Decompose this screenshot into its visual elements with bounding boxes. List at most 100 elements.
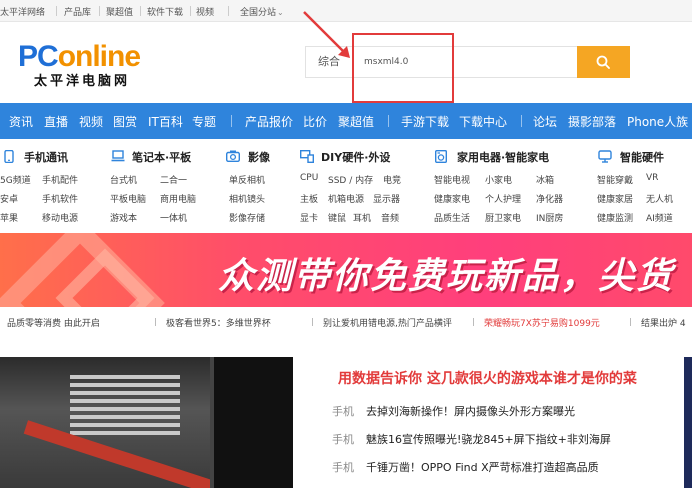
nav-item-news[interactable]: 资讯 bbox=[9, 113, 33, 130]
side-ad-strip[interactable] bbox=[684, 357, 692, 488]
featured-image[interactable] bbox=[0, 357, 293, 488]
category-link[interactable]: 健康监测 bbox=[597, 211, 633, 224]
category-link[interactable]: 单反相机 bbox=[229, 173, 265, 186]
category-link[interactable]: 冰箱 bbox=[536, 173, 554, 186]
category-link[interactable]: 音频 bbox=[381, 211, 399, 224]
ticker-divider bbox=[155, 318, 156, 326]
category-link[interactable]: 显卡 bbox=[300, 211, 318, 224]
category-link[interactable]: 电竞 bbox=[383, 173, 401, 186]
region-label: 全国分站 bbox=[240, 8, 277, 18]
category-title-imaging[interactable]: 影像 bbox=[248, 149, 270, 165]
news-title: 魅族16宣传照曝光!骁龙845+屏下指纹+非刘海屏 bbox=[366, 433, 611, 446]
category-title-appliances[interactable]: 家用电器·智能家电 bbox=[457, 149, 549, 165]
nav-item-iphone-tribe[interactable]: Phone人族 bbox=[627, 113, 688, 130]
category-link[interactable]: 键鼠 bbox=[328, 211, 346, 224]
category-link[interactable]: 商用电脑 bbox=[160, 192, 196, 205]
nav-divider bbox=[388, 115, 389, 127]
ticker-item[interactable]: 别让爱机用错电源,热门产品横评 bbox=[323, 316, 452, 329]
category-link[interactable]: 健康家居 bbox=[597, 192, 633, 205]
topbar-link-pconline-network[interactable]: 太平洋网络 bbox=[0, 5, 45, 18]
category-link[interactable]: 一体机 bbox=[160, 211, 187, 224]
category-link[interactable]: 主板 bbox=[300, 192, 318, 205]
category-link[interactable]: 台式机 bbox=[110, 173, 137, 186]
promo-banner[interactable]: 众测带你免费玩新品，尖货 bbox=[0, 233, 692, 307]
nav-item-download-center[interactable]: 下载中心 bbox=[459, 113, 507, 130]
nav-item-photo-tribe[interactable]: 摄影部落 bbox=[568, 113, 616, 130]
category-link[interactable]: 智能电视 bbox=[434, 173, 470, 186]
ticker-item[interactable]: 极客看世界5：多维世界杯 bbox=[166, 316, 271, 329]
category-link[interactable]: 游戏本 bbox=[110, 211, 137, 224]
category-title-mobile[interactable]: 手机通讯 bbox=[24, 149, 68, 165]
nav-item-compare[interactable]: 比价 bbox=[303, 113, 327, 130]
nav-item-it-wiki[interactable]: IT百科 bbox=[148, 113, 183, 130]
category-link[interactable]: 智能穿戴 bbox=[597, 173, 633, 186]
ticker-divider bbox=[312, 318, 313, 326]
category-link[interactable]: 显示器 bbox=[373, 192, 400, 205]
ticker-item-highlight[interactable]: 荣耀畅玩7X苏宁易购1099元 bbox=[484, 316, 600, 329]
category-title-laptop[interactable]: 笔记本·平板 bbox=[132, 149, 191, 165]
category-link[interactable]: AI频道 bbox=[646, 211, 673, 224]
nav-item-deals[interactable]: 聚超值 bbox=[338, 113, 374, 130]
news-title: 千锤万凿！OPPO Find X严苛标准打造超高品质 bbox=[366, 461, 599, 474]
camera-icon bbox=[226, 150, 240, 162]
nav-item-prices[interactable]: 产品报价 bbox=[245, 113, 293, 130]
search-icon bbox=[596, 55, 610, 69]
category-link[interactable]: 平板电脑 bbox=[110, 192, 146, 205]
ticker-divider bbox=[630, 318, 631, 326]
nav-item-forum[interactable]: 论坛 bbox=[533, 113, 557, 130]
category-link[interactable]: IN厨房 bbox=[536, 211, 563, 224]
category-link[interactable]: 移动电源 bbox=[42, 211, 78, 224]
category-link[interactable]: 影像存储 bbox=[229, 211, 265, 224]
nav-item-video[interactable]: 视频 bbox=[79, 113, 103, 130]
topbar-divider bbox=[228, 6, 229, 16]
news-item[interactable]: 手机 千锤万凿！OPPO Find X严苛标准打造超高品质 bbox=[332, 459, 599, 475]
category-link[interactable]: 耳机 bbox=[353, 211, 371, 224]
topbar-divider bbox=[56, 6, 57, 16]
category-title-diy[interactable]: DIY硬件·外设 bbox=[321, 149, 390, 165]
image-detail bbox=[70, 383, 180, 387]
chevron-down-icon: ⌄ bbox=[277, 8, 284, 17]
category-link[interactable]: 手机配件 bbox=[42, 173, 78, 186]
appliance-icon bbox=[435, 150, 447, 163]
logo-wordmark: PConline bbox=[18, 40, 141, 73]
category-title-smart-hardware[interactable]: 智能硬件 bbox=[620, 149, 664, 165]
category-link[interactable]: 个人护理 bbox=[485, 192, 521, 205]
category-link[interactable]: 相机镜头 bbox=[229, 192, 265, 205]
category-link[interactable]: VR bbox=[646, 173, 658, 183]
topbar-link-software[interactable]: 软件下载 bbox=[147, 5, 183, 18]
category-link[interactable]: 机箱电源 bbox=[328, 192, 364, 205]
topbar-divider bbox=[99, 6, 100, 16]
category-link[interactable]: 净化器 bbox=[536, 192, 563, 205]
category-link[interactable]: CPU bbox=[300, 173, 318, 183]
image-detail bbox=[210, 357, 293, 488]
nav-item-mobile-games[interactable]: 手游下载 bbox=[401, 113, 449, 130]
category-link[interactable]: 手机软件 bbox=[42, 192, 78, 205]
image-detail bbox=[70, 415, 180, 419]
category-link[interactable]: 小家电 bbox=[485, 173, 512, 186]
category-link[interactable]: 苹果 bbox=[0, 211, 18, 224]
category-link[interactable]: 安卓 bbox=[0, 192, 18, 205]
topbar-link-product-library[interactable]: 产品库 bbox=[64, 5, 91, 18]
ticker-item[interactable]: 品质零等消费 由此开启 bbox=[7, 316, 100, 329]
category-link[interactable]: 健康家电 bbox=[434, 192, 470, 205]
category-link[interactable]: 5G频道 bbox=[0, 173, 31, 186]
region-selector[interactable]: 全国分站⌄ bbox=[240, 5, 284, 18]
category-link[interactable]: 二合一 bbox=[160, 173, 187, 186]
news-item[interactable]: 手机 魅族16宣传照曝光!骁龙845+屏下指纹+非刘海屏 bbox=[332, 431, 611, 447]
news-item[interactable]: 手机 去掉刘海新操作！屏内摄像头外形方案曝光 bbox=[332, 403, 575, 419]
nav-item-live[interactable]: 直播 bbox=[44, 113, 68, 130]
ticker-divider bbox=[473, 318, 474, 326]
ticker-item[interactable]: 结果出炉 4 bbox=[641, 316, 686, 329]
nav-item-topics[interactable]: 专题 bbox=[192, 113, 216, 130]
image-detail bbox=[70, 375, 180, 379]
topbar-link-deals[interactable]: 聚超值 bbox=[106, 5, 133, 18]
category-link[interactable]: 品质生活 bbox=[434, 211, 470, 224]
category-link[interactable]: SSD / 内存 bbox=[328, 173, 373, 186]
headline-link[interactable]: 用数据告诉你 这几款很火的游戏本谁才是你的菜 bbox=[338, 368, 637, 388]
category-link[interactable]: 无人机 bbox=[646, 192, 673, 205]
site-logo[interactable]: PConline 太平洋电脑网 bbox=[18, 40, 160, 89]
nav-item-gallery[interactable]: 图赏 bbox=[113, 113, 137, 130]
category-link[interactable]: 厨卫家电 bbox=[485, 211, 521, 224]
topbar-link-video[interactable]: 视频 bbox=[196, 5, 214, 18]
search-button[interactable] bbox=[577, 46, 630, 78]
